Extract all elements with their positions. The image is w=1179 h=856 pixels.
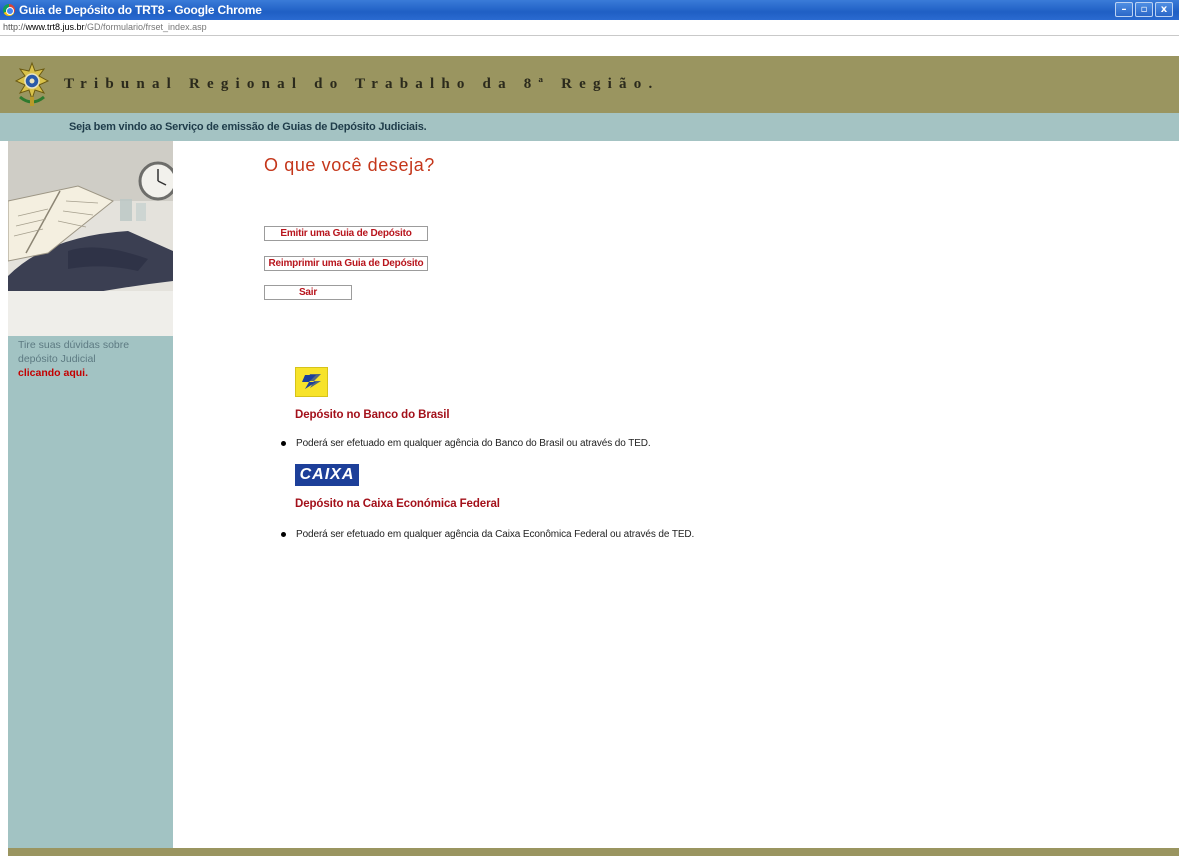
url-domain: www.trt8.jus.br [25, 22, 85, 32]
welcome-text: Seja bem vindo ao Serviço de emissão de … [69, 121, 427, 133]
help-line-1: Tire suas dúvidas sobre [18, 339, 130, 351]
url-path: /GD/formulario/frset_index.asp [84, 22, 207, 32]
bullet-icon [281, 441, 286, 446]
window-controls: – ▫ x [1115, 2, 1173, 17]
url-scheme: http:// [3, 22, 26, 32]
banco-do-brasil-logo-icon [295, 367, 328, 397]
help-link[interactable]: clicando aqui. [18, 366, 168, 380]
caixa-logo-icon: CAIXA [295, 464, 359, 486]
bank-desc-caixa: Poderá ser efetuado em qualquer agência … [296, 529, 695, 540]
welcome-bar: Seja bem vindo ao Serviço de emissão de … [0, 113, 1179, 141]
minimize-button[interactable]: – [1115, 2, 1133, 17]
sidebar-photo [8, 141, 173, 336]
bank-title-bb: Depósito no Banco do Brasil [295, 409, 450, 421]
reimprimir-guia-button[interactable]: Reimprimir uma Guia de Depósito [264, 256, 428, 271]
sair-button[interactable]: Sair [264, 285, 352, 300]
page-title: O que você deseja? [264, 155, 435, 175]
chrome-icon [3, 4, 15, 16]
help-text: Tire suas dúvidas sobre depósito Judicia… [18, 338, 168, 380]
page-top-gap [0, 37, 1179, 56]
header-banner: Tribunal Regional do Trabalho da 8ª Regi… [0, 56, 1179, 113]
sidebar: Tire suas dúvidas sobre depósito Judicia… [8, 141, 173, 848]
window-titlebar: Guia de Depósito do TRT8 - Google Chrome… [0, 0, 1179, 20]
bank-desc-bb: Poderá ser efetuado em qualquer agência … [296, 438, 651, 449]
close-button[interactable]: x [1155, 2, 1173, 17]
window-title: Guia de Depósito do TRT8 - Google Chrome [19, 3, 262, 17]
court-title: Tribunal Regional do Trabalho da 8ª Regi… [64, 76, 660, 92]
bank-title-caixa: Depósito na Caixa Económica Federal [295, 498, 500, 510]
emitir-guia-button[interactable]: Emitir uma Guia de Depósito [264, 226, 428, 241]
help-line-2: depósito Judicial [18, 353, 96, 365]
address-bar[interactable]: http://www.trt8.jus.br/GD/formulario/frs… [0, 20, 1179, 36]
footer-bar [8, 848, 1179, 856]
bullet-icon [281, 532, 286, 537]
coat-of-arms-icon [14, 61, 50, 109]
maximize-button[interactable]: ▫ [1135, 2, 1153, 17]
